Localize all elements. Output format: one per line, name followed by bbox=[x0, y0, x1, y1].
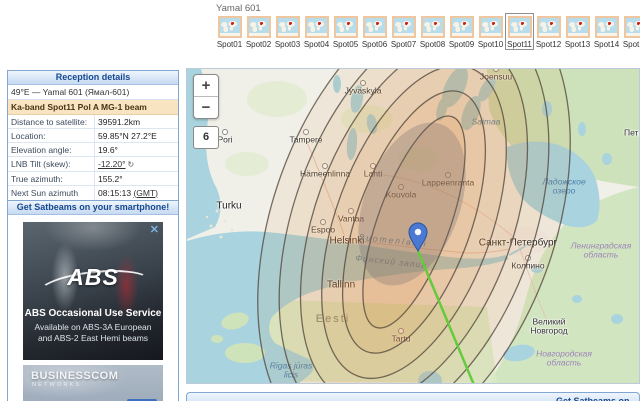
reception-row: Elevation angle:19.6° bbox=[8, 143, 178, 157]
rotate-skew-icon: ↻ bbox=[128, 160, 135, 169]
spot-cell-spot15[interactable]: Spot15 bbox=[621, 13, 640, 50]
abs-ad-title: ABS Occasional Use Service bbox=[23, 308, 163, 319]
spot-thumbnail-map-icon bbox=[218, 16, 242, 38]
spot-thumbnail-map-icon bbox=[247, 16, 271, 38]
reception-panel-title: Reception details bbox=[8, 71, 178, 85]
promo-panel-title: Get Satbeams on your smartphone! bbox=[8, 201, 178, 215]
reception-row-value: 39591.2km bbox=[95, 115, 178, 128]
coverage-map[interactable]: JoensuuJyväskyläPoriTampereHämeenlinnaLa… bbox=[186, 68, 640, 384]
spot-cell-spot05[interactable]: Spot05 bbox=[331, 13, 360, 50]
bottom-panel-header: Get Satbeams on bbox=[186, 392, 640, 401]
spot-cell-spot11[interactable]: Spot11 bbox=[505, 13, 534, 50]
spot-thumbnail-map-icon bbox=[537, 16, 561, 38]
spot-label: Spot03 bbox=[274, 40, 301, 49]
spot-thumbnail-map-icon bbox=[276, 16, 300, 38]
spot-strip: Spot01Spot02Spot03Spot04Spot05Spot06Spot… bbox=[215, 13, 640, 50]
spot-thumbnail-map-icon bbox=[305, 16, 329, 38]
map-zoom-control: + − bbox=[193, 74, 219, 119]
spot-label: Spot12 bbox=[535, 40, 562, 49]
spot-label: Spot13 bbox=[564, 40, 591, 49]
spot-thumbnail-map-icon bbox=[450, 16, 474, 38]
spot-label: Spot05 bbox=[332, 40, 359, 49]
spot-label: Spot10 bbox=[477, 40, 504, 49]
spot-thumbnail-map-icon bbox=[421, 16, 445, 38]
spot-label: Spot09 bbox=[448, 40, 475, 49]
reception-row-value: 155.2° bbox=[95, 172, 178, 185]
lnb-tilt-link[interactable]: -12.20° bbox=[98, 159, 126, 169]
spot-label: Spot08 bbox=[419, 40, 446, 49]
spot-cell-spot03[interactable]: Spot03 bbox=[273, 13, 302, 50]
spot-cell-spot08[interactable]: Spot08 bbox=[418, 13, 447, 50]
spot-cell-spot14[interactable]: Spot14 bbox=[592, 13, 621, 50]
time-link-gmt[interactable]: (GMT) bbox=[133, 188, 158, 198]
sun-time-line: 08:15:13 (GMT) bbox=[98, 188, 175, 198]
satbeams-page: Yamal 601 Spot01Spot02Spot03Spot04Spot05… bbox=[0, 0, 640, 401]
reception-row: Location:59.85°N 27.2°E bbox=[8, 129, 178, 143]
satellite-name-line: 49°E — Yamal 601 (Ямал-601) bbox=[8, 85, 178, 100]
reception-row-value: 59.85°N 27.2°E bbox=[95, 129, 178, 142]
spot-label: Spot14 bbox=[593, 40, 620, 49]
zoom-in-button[interactable]: + bbox=[194, 75, 218, 96]
zoom-out-button[interactable]: − bbox=[194, 96, 218, 118]
reception-row: True azimuth:155.2° bbox=[8, 172, 178, 186]
promo-panel-body: ✕ ABS ABS Occasional Use Service Availab… bbox=[8, 215, 178, 401]
map-count-badge[interactable]: 6 bbox=[193, 126, 219, 149]
reception-row-label: LNB Tilt (skew): bbox=[8, 157, 95, 171]
spot-cell-spot09[interactable]: Spot09 bbox=[447, 13, 476, 50]
beam-name-line: Ka-band Spot11 Pol A MG-1 beam bbox=[8, 100, 178, 115]
abs-ad-banner[interactable]: ✕ ABS ABS Occasional Use Service Availab… bbox=[23, 222, 163, 360]
reception-row-label: Distance to satellite: bbox=[8, 115, 95, 128]
reception-row-value: 19.6° bbox=[95, 143, 178, 156]
spot-thumbnail-map-icon bbox=[595, 16, 619, 38]
spot-cell-spot02[interactable]: Spot02 bbox=[244, 13, 273, 50]
reception-row: Distance to satellite:39591.2km bbox=[8, 115, 178, 129]
spot-cell-spot13[interactable]: Spot13 bbox=[563, 13, 592, 50]
reception-row-label: True azimuth: bbox=[8, 172, 95, 185]
spot-thumbnail-map-icon bbox=[624, 16, 640, 38]
bottom-panel-title: Get Satbeams on bbox=[556, 396, 630, 401]
spot-thumbnail-map-icon bbox=[479, 16, 503, 38]
abs-ad-subtitle-line1: Available on ABS-3A European bbox=[23, 322, 163, 333]
spot-cell-spot06[interactable]: Spot06 bbox=[360, 13, 389, 50]
businesscom-ad-banner[interactable]: BUSINESSCOM NETWORKS Custom SATCOM bbox=[23, 365, 163, 401]
spot-thumbnail-map-icon bbox=[334, 16, 358, 38]
spot-cell-spot12[interactable]: Spot12 bbox=[534, 13, 563, 50]
reception-table: Distance to satellite:39591.2kmLocation:… bbox=[8, 115, 178, 209]
spot-label: Spot07 bbox=[390, 40, 417, 49]
reception-row-value: -12.20°↻ bbox=[95, 157, 178, 171]
spot-cell-spot07[interactable]: Spot07 bbox=[389, 13, 418, 50]
marker-center-dot bbox=[415, 229, 421, 235]
abs-logo: ABS bbox=[23, 264, 163, 291]
reception-details-panel: Reception details 49°E — Yamal 601 (Ямал… bbox=[7, 70, 179, 210]
spot-label: Spot15 bbox=[622, 40, 640, 49]
spot-label: Spot04 bbox=[303, 40, 330, 49]
spot-thumbnail-map-icon bbox=[566, 16, 590, 38]
spot-label: Spot11 bbox=[506, 40, 533, 49]
abs-ad-subtitle-line2: and ABS-2 East Hemi beams bbox=[23, 333, 163, 344]
spot-thumbnail-map-icon bbox=[508, 16, 532, 38]
spot-thumbnail-map-icon bbox=[392, 16, 416, 38]
reception-row-label: Elevation angle: bbox=[8, 143, 95, 156]
spot-cell-spot10[interactable]: Spot10 bbox=[476, 13, 505, 50]
spot-thumbnail-map-icon bbox=[363, 16, 387, 38]
spot-label: Spot02 bbox=[245, 40, 272, 49]
spot-cell-spot04[interactable]: Spot04 bbox=[302, 13, 331, 50]
ad-close-icon[interactable]: ✕ bbox=[150, 223, 159, 236]
promo-panel: Get Satbeams on your smartphone! ✕ ABS A… bbox=[7, 200, 179, 401]
reception-row: LNB Tilt (skew):-12.20°↻ bbox=[8, 157, 178, 172]
reception-row-label: Location: bbox=[8, 129, 95, 142]
beam-overlay-svg bbox=[187, 69, 639, 383]
spot-label: Spot06 bbox=[361, 40, 388, 49]
abs-ad-subtitle: Available on ABS-3A European and ABS-2 E… bbox=[23, 322, 163, 344]
businesscom-logo-sub: NETWORKS bbox=[32, 382, 163, 389]
businesscom-logo: BUSINESSCOM bbox=[31, 371, 163, 382]
spot-cell-spot01[interactable]: Spot01 bbox=[215, 13, 244, 50]
spot-label: Spot01 bbox=[216, 40, 243, 49]
